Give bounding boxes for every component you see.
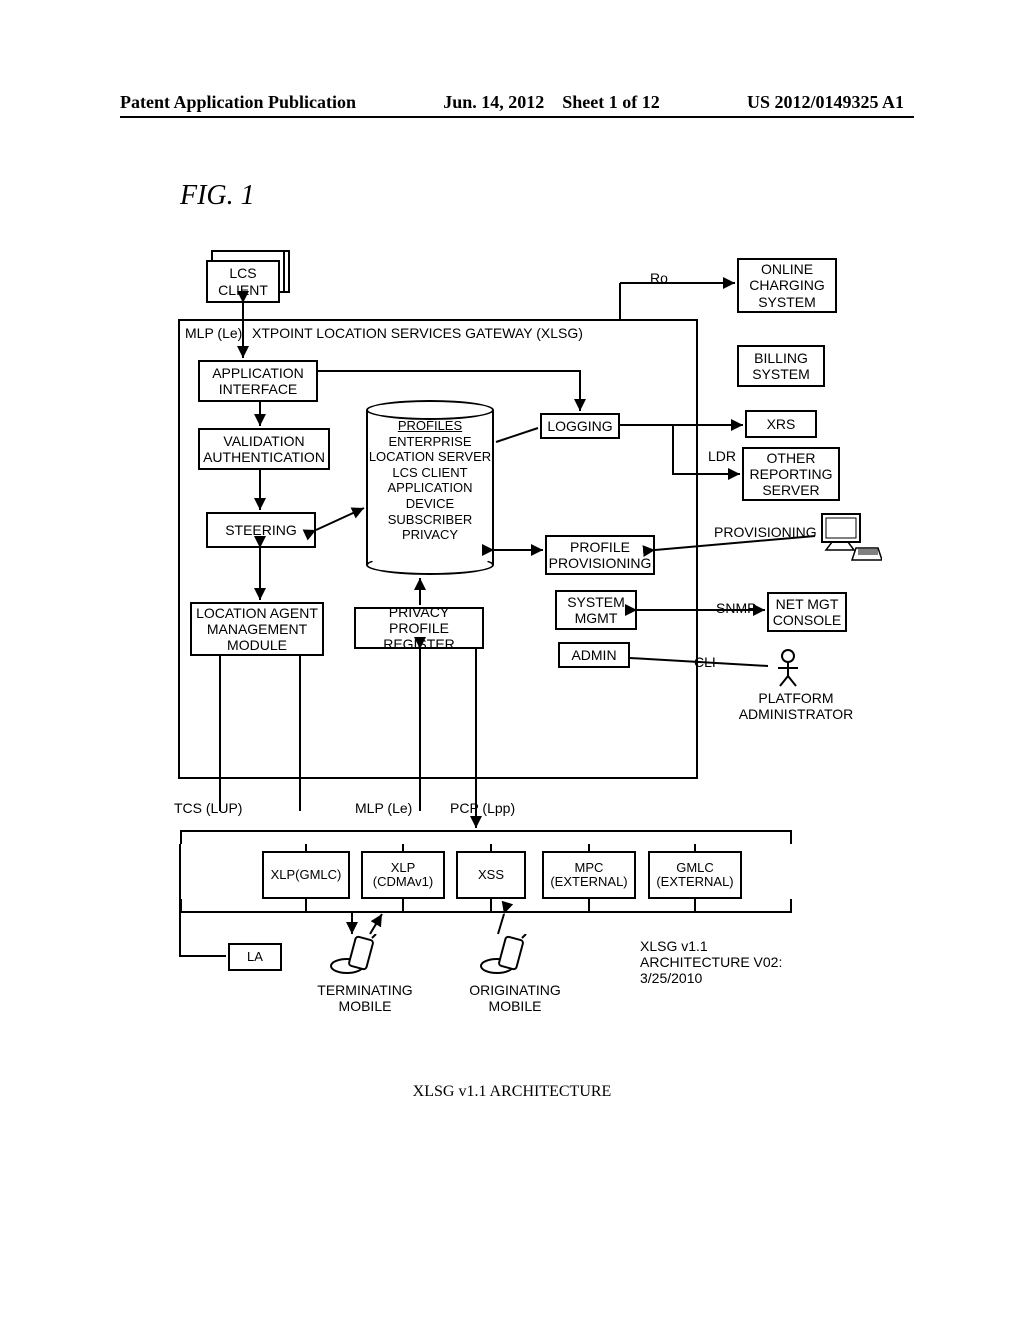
header-left: Patent Application Publication <box>120 92 356 113</box>
connectors <box>120 250 900 1090</box>
figure-title: FIG. 1 <box>180 180 255 212</box>
architecture-diagram: LCS CLIENT MLP (Le) XTPOINT LOCATION SER… <box>120 250 900 1090</box>
header-date: Jun. 14, 2012 <box>443 92 544 113</box>
header-rule <box>120 116 914 118</box>
header-sheet: Sheet 1 of 12 <box>562 92 660 113</box>
bottom-caption: XLSG v1.1 ARCHITECTURE <box>0 1083 1024 1101</box>
header-pubno: US 2012/0149325 A1 <box>747 92 904 113</box>
